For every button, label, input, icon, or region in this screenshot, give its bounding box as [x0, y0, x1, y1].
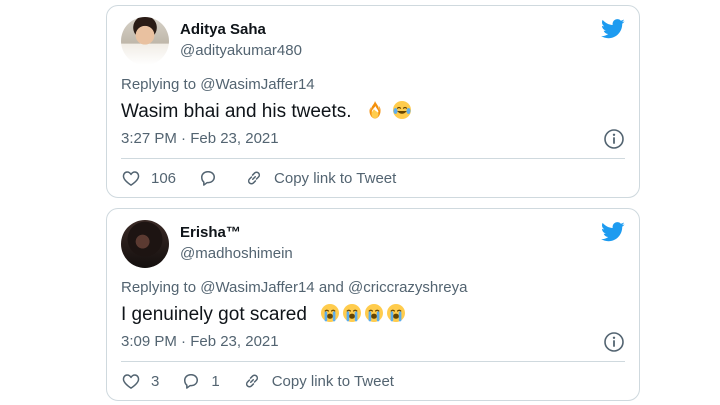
tweet-card[interactable]: Aditya Saha @adityakumar480 Replying to … [106, 5, 640, 198]
reply-mention-link[interactable]: @WasimJaffer14 [200, 279, 314, 296]
info-icon[interactable] [603, 331, 625, 353]
divider [121, 361, 625, 362]
avatar[interactable] [121, 220, 169, 268]
copy-link-label: Copy link to Tweet [274, 169, 397, 187]
user-handle[interactable]: @adityakumar480 [180, 42, 302, 60]
copy-link-button[interactable]: Copy link to Tweet [242, 371, 394, 391]
like-button[interactable]: 106 [121, 168, 198, 188]
tweet-body: Wasim bhai and his tweets. [121, 101, 352, 122]
twitter-bird-icon[interactable] [601, 19, 625, 39]
replying-to: Replying to @WasimJaffer14 and @criccraz… [121, 279, 467, 297]
heart-icon [122, 374, 140, 389]
loudly-crying-emoji-icon [321, 304, 340, 322]
emoji-group [318, 304, 406, 325]
reply-icon [184, 374, 199, 389]
tweet-actions: 106 Copy link to Tweet [121, 166, 396, 190]
reply-mention-link[interactable]: @WasimJaffer14 [200, 76, 314, 93]
user-handle[interactable]: @madhoshimein [180, 245, 293, 263]
loudly-crying-emoji-icon [343, 304, 362, 322]
replying-prefix: Replying to [121, 76, 201, 93]
replying-to: Replying to @WasimJaffer14 [121, 76, 315, 94]
replying-prefix: Replying to [121, 279, 201, 296]
link-icon [247, 171, 261, 185]
link-icon [245, 374, 258, 388]
fire-emoji-icon [369, 101, 381, 119]
loudly-crying-emoji-icon [365, 304, 384, 322]
heart-icon [122, 171, 140, 186]
tweet-text: Wasim bhai and his tweets. [121, 100, 412, 124]
tweet-card[interactable]: Erisha™ @madhoshimein Replying to @Wasim… [106, 208, 640, 401]
tweet-body: I genuinely got scared [121, 304, 307, 325]
reply-icon [201, 171, 216, 186]
reply-count: 1 [211, 372, 220, 390]
tweet-text: I genuinely got scared [121, 303, 406, 327]
twitter-bird-icon[interactable] [601, 222, 625, 242]
divider [121, 158, 625, 159]
avatar[interactable] [121, 17, 169, 65]
replying-join: and [314, 279, 349, 296]
copy-link-label: Copy link to Tweet [271, 372, 394, 390]
tweet-timestamp[interactable]: 3:09 PM · Feb 23, 2021 [121, 333, 279, 351]
info-icon[interactable] [603, 128, 625, 150]
joy-emoji-icon [393, 101, 412, 119]
reply-button[interactable] [198, 168, 228, 188]
like-count: 3 [151, 372, 160, 390]
loudly-crying-emoji-icon [387, 304, 406, 322]
tweet-actions: 3 1 Copy link to Tweet [121, 369, 394, 393]
reply-mention-link[interactable]: @criccrazyshreya [348, 279, 467, 296]
display-name[interactable]: Aditya Saha [180, 21, 266, 39]
display-name[interactable]: Erisha™ [180, 224, 241, 242]
tweet-timestamp[interactable]: 3:27 PM · Feb 23, 2021 [121, 130, 279, 148]
reply-button[interactable]: 1 [181, 371, 241, 391]
like-button[interactable]: 3 [121, 371, 181, 391]
like-count: 106 [151, 169, 177, 187]
copy-link-button[interactable]: Copy link to Tweet [244, 168, 396, 188]
